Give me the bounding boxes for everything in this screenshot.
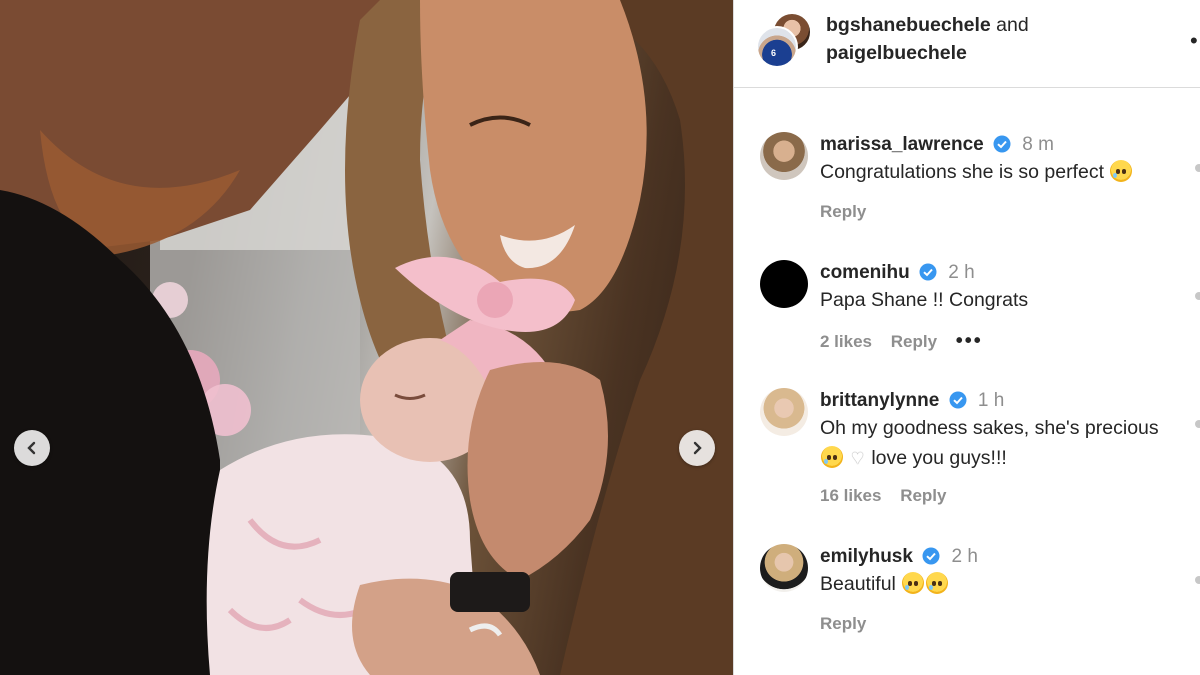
pleading-face-icon <box>1110 160 1133 182</box>
comment-username-row: comenihu 2 h <box>820 262 975 284</box>
more-icon[interactable]: • <box>1190 28 1198 54</box>
likes-count[interactable]: 2 likes <box>820 332 872 351</box>
comment-text: Beautiful <box>820 570 1192 599</box>
verified-badge-icon <box>919 263 937 281</box>
reply-button[interactable]: Reply <box>891 332 937 351</box>
verified-badge-icon <box>922 547 940 565</box>
white-heart-icon: ♥ <box>851 446 864 469</box>
comment-text: Papa Shane !! Congrats <box>820 286 1192 315</box>
comment-actions: 2 likes Reply ••• <box>820 330 997 353</box>
comment-username[interactable]: emilyhusk <box>820 546 913 567</box>
heart-icon[interactable] <box>1195 292 1200 300</box>
likes-count[interactable]: 16 likes <box>820 486 881 505</box>
reply-button[interactable]: Reply <box>820 614 866 633</box>
pleading-face-icon <box>926 572 949 594</box>
comment-body-line1: Oh my goodness sakes, she's precious <box>820 417 1159 439</box>
post-photo <box>0 0 733 675</box>
comment-username[interactable]: brittanylynne <box>820 390 939 411</box>
heart-icon[interactable] <box>1195 164 1200 172</box>
author-and: and <box>996 14 1029 36</box>
chevron-right-icon <box>693 441 702 455</box>
comment-username-row: brittanylynne 1 h <box>820 390 1004 412</box>
comment-time: 8 m <box>1022 134 1054 155</box>
comment-body: Papa Shane !! Congrats <box>820 289 1029 311</box>
post-sidebar: 6 bgshanebuechele and paigelbuechele • ˙… <box>733 0 1200 675</box>
cut-off-text: ˙ ˙ <box>884 88 898 96</box>
comment-username-row: marissa_lawrence 8 m <box>820 134 1054 156</box>
pleading-face-icon <box>821 446 843 468</box>
comment-username[interactable]: marissa_lawrence <box>820 134 984 155</box>
chevron-left-icon <box>27 441 36 455</box>
pleading-face-icon <box>902 572 925 594</box>
comment-text: Congratulations she is so perfect <box>820 158 1192 187</box>
comment-time: 2 h <box>948 262 975 283</box>
comment-body: Congratulations she is so perfect <box>820 161 1104 183</box>
heart-icon[interactable] <box>1195 576 1200 584</box>
next-photo-button[interactable] <box>679 430 715 466</box>
comment-username-row: emilyhusk 2 h <box>820 546 978 568</box>
post-header: 6 bgshanebuechele and paigelbuechele • <box>734 0 1200 88</box>
post-author-line: bgshanebuechele and paigelbuechele <box>826 11 1029 67</box>
comment-actions: Reply <box>820 202 880 222</box>
heart-icon[interactable] <box>1195 420 1200 428</box>
avatar[interactable] <box>760 132 808 180</box>
comment-username[interactable]: comenihu <box>820 262 910 283</box>
comment-time: 1 h <box>977 390 1005 411</box>
verified-badge-icon <box>949 391 967 409</box>
previous-photo-button[interactable] <box>14 430 50 466</box>
comment-text: Oh my goodness sakes, she's precious ♥ l… <box>820 414 1192 473</box>
more-icon[interactable]: ••• <box>956 330 983 352</box>
author-username-1[interactable]: bgshanebuechele <box>826 14 991 36</box>
avatar: 6 <box>756 26 798 68</box>
jersey-number: 6 <box>771 48 777 58</box>
author-username-2[interactable]: paigelbuechele <box>826 42 967 64</box>
comment-time: 2 h <box>951 546 978 567</box>
avatar[interactable] <box>760 544 808 592</box>
comment-body: Beautiful <box>820 573 896 595</box>
collab-avatars[interactable]: 6 <box>756 12 814 70</box>
photo-illustration <box>0 0 733 675</box>
reply-button[interactable]: Reply <box>820 202 866 221</box>
verified-badge-icon <box>993 135 1011 153</box>
comment-actions: Reply <box>820 614 880 634</box>
comments-list[interactable]: ˙ ˙ marissa_lawrence 8 m Congratulations… <box>734 88 1200 675</box>
comment-body-line2: love you guys!!! <box>871 447 1007 469</box>
comment-actions: 16 likes Reply <box>820 486 960 506</box>
avatar[interactable] <box>760 260 808 308</box>
avatar[interactable] <box>760 388 808 436</box>
reply-button[interactable]: Reply <box>900 486 946 505</box>
